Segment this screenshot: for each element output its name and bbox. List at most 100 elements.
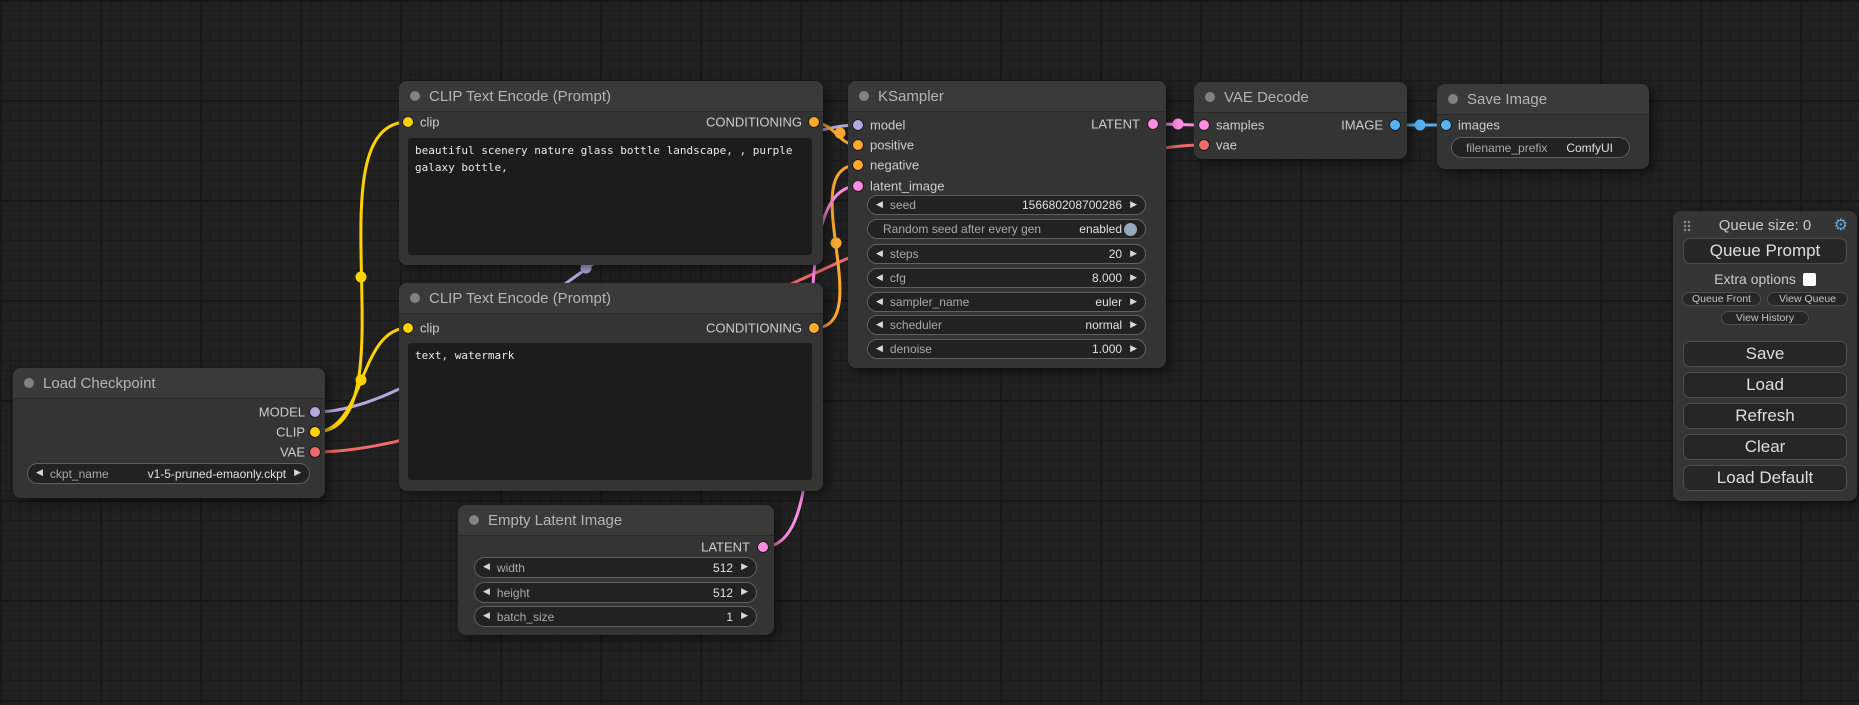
increment-arrow-icon[interactable]: ▶	[1130, 250, 1137, 259]
decrement-arrow-icon[interactable]: ◀	[483, 563, 490, 572]
node-title: CLIP Text Encode (Prompt)	[429, 88, 611, 105]
widget-label: steps	[890, 247, 919, 261]
output-label-clip: CLIP	[276, 425, 305, 440]
node-title-bar[interactable]: CLIP Text Encode (Prompt)	[399, 283, 823, 314]
steps-widget[interactable]: ◀ steps 20 ▶	[867, 244, 1146, 264]
node-title-bar[interactable]: CLIP Text Encode (Prompt)	[399, 81, 823, 112]
collapse-dot-icon[interactable]	[1205, 92, 1215, 102]
increment-arrow-icon[interactable]: ▶	[294, 469, 301, 478]
seed-widget[interactable]: ◀ seed 156680208700286 ▶	[867, 195, 1146, 215]
decrement-arrow-icon[interactable]: ◀	[876, 321, 883, 330]
node-save-image[interactable]: Save Image images filename_prefix ComfyU…	[1437, 84, 1649, 169]
random-seed-toggle-widget[interactable]: Random seed after every gen enabled	[867, 219, 1146, 239]
link-midpoint-dot	[1415, 120, 1426, 131]
input-label-images: images	[1458, 118, 1500, 133]
toggle-enabled-icon[interactable]	[1124, 223, 1137, 236]
collapse-dot-icon[interactable]	[859, 91, 869, 101]
input-slot-vae[interactable]	[1199, 140, 1209, 150]
prompt-textarea[interactable]: beautiful scenery nature glass bottle la…	[408, 138, 812, 255]
input-slot-negative[interactable]	[853, 160, 863, 170]
decrement-arrow-icon[interactable]: ◀	[483, 588, 490, 597]
output-slot-conditioning[interactable]	[809, 117, 819, 127]
scheduler-widget[interactable]: ◀ scheduler normal ▶	[867, 315, 1146, 335]
filename-prefix-widget[interactable]: filename_prefix ComfyUI	[1451, 137, 1630, 158]
save-button[interactable]: Save	[1683, 341, 1847, 367]
node-title-bar[interactable]: KSampler	[848, 81, 1166, 112]
queue-panel[interactable]: Queue size: 0 ⚙ Queue Prompt Extra optio…	[1673, 211, 1857, 501]
output-slot-image[interactable]	[1390, 120, 1400, 130]
node-title: VAE Decode	[1224, 89, 1309, 106]
collapse-dot-icon[interactable]	[1448, 94, 1458, 104]
input-slot-samples[interactable]	[1199, 120, 1209, 130]
node-clip-text-encode-negative[interactable]: CLIP Text Encode (Prompt) clip CONDITION…	[399, 283, 823, 491]
node-empty-latent-image[interactable]: Empty Latent Image LATENT ◀ width 512 ▶ …	[458, 505, 774, 635]
output-slot-vae[interactable]	[310, 447, 320, 457]
queue-panel-header: Queue size: 0 ⚙	[1673, 217, 1857, 237]
load-button[interactable]: Load	[1683, 372, 1847, 398]
input-slot-images[interactable]	[1441, 120, 1451, 130]
increment-arrow-icon[interactable]: ▶	[1130, 274, 1137, 283]
widget-value: 156680208700286	[1022, 198, 1122, 212]
input-slot-clip[interactable]	[403, 323, 413, 333]
node-vae-decode[interactable]: VAE Decode samples vae IMAGE	[1194, 82, 1407, 159]
prompt-textarea[interactable]: text, watermark	[408, 343, 812, 480]
increment-arrow-icon[interactable]: ▶	[1130, 345, 1137, 354]
widget-label: scheduler	[890, 318, 942, 332]
view-history-button[interactable]: View History	[1721, 311, 1809, 325]
input-slot-model[interactable]	[853, 120, 863, 130]
clear-button[interactable]: Clear	[1683, 434, 1847, 460]
widget-value: 1.000	[1092, 342, 1122, 356]
collapse-dot-icon[interactable]	[410, 293, 420, 303]
collapse-dot-icon[interactable]	[469, 515, 479, 525]
cfg-widget[interactable]: ◀ cfg 8.000 ▶	[867, 268, 1146, 288]
input-label-model: model	[870, 118, 905, 133]
node-title-bar[interactable]: Save Image	[1437, 84, 1649, 115]
output-slot-conditioning[interactable]	[809, 323, 819, 333]
height-widget[interactable]: ◀ height 512 ▶	[474, 582, 757, 603]
increment-arrow-icon[interactable]: ▶	[741, 563, 748, 572]
decrement-arrow-icon[interactable]: ◀	[876, 345, 883, 354]
increment-arrow-icon[interactable]: ▶	[1130, 321, 1137, 330]
decrement-arrow-icon[interactable]: ◀	[483, 612, 490, 621]
decrement-arrow-icon[interactable]: ◀	[36, 469, 43, 478]
increment-arrow-icon[interactable]: ▶	[741, 588, 748, 597]
node-ksampler[interactable]: KSampler model positive negative latent_…	[848, 81, 1166, 368]
queue-front-button[interactable]: Queue Front	[1682, 292, 1761, 306]
node-title-bar[interactable]: Empty Latent Image	[458, 505, 774, 536]
output-slot-clip[interactable]	[310, 427, 320, 437]
widget-value: enabled	[1079, 222, 1122, 236]
decrement-arrow-icon[interactable]: ◀	[876, 274, 883, 283]
increment-arrow-icon[interactable]: ▶	[1130, 201, 1137, 210]
collapse-dot-icon[interactable]	[24, 378, 34, 388]
widget-value: 1	[726, 610, 733, 624]
increment-arrow-icon[interactable]: ▶	[741, 612, 748, 621]
collapse-dot-icon[interactable]	[410, 91, 420, 101]
widget-value: 20	[1109, 247, 1122, 261]
gear-icon[interactable]: ⚙	[1834, 215, 1848, 234]
decrement-arrow-icon[interactable]: ◀	[876, 201, 883, 210]
refresh-button[interactable]: Refresh	[1683, 403, 1847, 429]
node-clip-text-encode-positive[interactable]: CLIP Text Encode (Prompt) clip CONDITION…	[399, 81, 823, 265]
output-slot-latent[interactable]	[1148, 119, 1158, 129]
increment-arrow-icon[interactable]: ▶	[1130, 298, 1137, 307]
node-graph-canvas[interactable]: Load Checkpoint MODEL CLIP VAE ◀ ckpt_na…	[0, 0, 1859, 705]
width-widget[interactable]: ◀ width 512 ▶	[474, 557, 757, 578]
input-slot-clip[interactable]	[403, 117, 413, 127]
output-slot-latent[interactable]	[758, 542, 768, 552]
input-slot-latent-image[interactable]	[853, 181, 863, 191]
view-queue-button[interactable]: View Queue	[1767, 292, 1848, 306]
input-slot-positive[interactable]	[853, 140, 863, 150]
ckpt-name-widget[interactable]: ◀ ckpt_name v1-5-pruned-emaonly.ckpt ▶	[27, 463, 310, 484]
load-default-button[interactable]: Load Default	[1683, 465, 1847, 491]
decrement-arrow-icon[interactable]: ◀	[876, 298, 883, 307]
node-title-bar[interactable]: VAE Decode	[1194, 82, 1407, 113]
node-title-bar[interactable]: Load Checkpoint	[13, 368, 325, 399]
queue-prompt-button[interactable]: Queue Prompt	[1683, 238, 1847, 264]
denoise-widget[interactable]: ◀ denoise 1.000 ▶	[867, 339, 1146, 359]
extra-options-checkbox[interactable]	[1803, 273, 1816, 286]
decrement-arrow-icon[interactable]: ◀	[876, 250, 883, 259]
node-load-checkpoint[interactable]: Load Checkpoint MODEL CLIP VAE ◀ ckpt_na…	[13, 368, 325, 498]
output-slot-model[interactable]	[310, 407, 320, 417]
sampler-name-widget[interactable]: ◀ sampler_name euler ▶	[867, 292, 1146, 312]
batch-size-widget[interactable]: ◀ batch_size 1 ▶	[474, 606, 757, 627]
